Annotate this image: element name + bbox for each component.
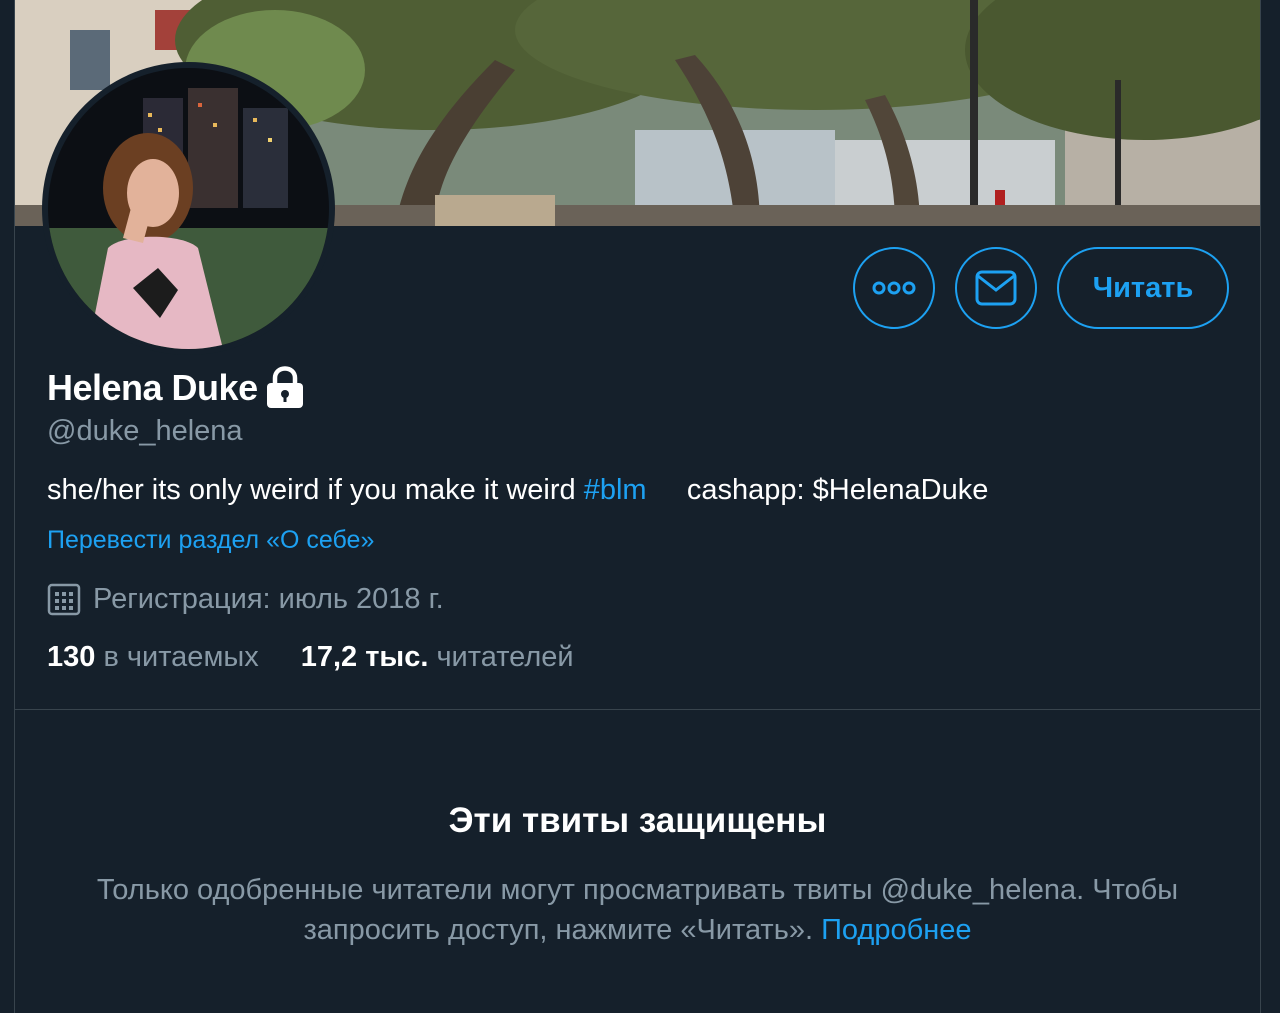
bio-spacer — [647, 474, 687, 506]
calendar-icon — [47, 583, 81, 616]
more-icon — [872, 281, 916, 295]
profile-stats: 130 в читаемых 17,2 тыс. читателей — [47, 641, 574, 674]
protected-title: Эти твиты защищены — [448, 801, 827, 840]
lock-icon — [266, 366, 303, 408]
mail-icon — [975, 270, 1017, 306]
profile-bio: she/her its only weird if you make it we… — [47, 474, 988, 507]
message-button[interactable] — [955, 247, 1037, 329]
profile-actions: Читать — [853, 247, 1229, 329]
followers-count: 17,2 тыс. — [300, 641, 429, 673]
joined-date: Регистрация: июль 2018 г. — [47, 582, 444, 616]
bio-hashtag-link[interactable]: #blm — [584, 474, 647, 506]
bio-text: she/her its only weird if you make it we… — [47, 474, 584, 506]
more-options-button[interactable] — [853, 247, 935, 329]
profile-column: Читать Helena Duke @duke_helena she/her … — [14, 0, 1261, 1013]
joined-text: Регистрация: июль 2018 г. — [93, 582, 444, 615]
page: Читать Helena Duke @duke_helena she/her … — [0, 0, 1280, 1013]
bio-cashapp: cashapp: $HelenaDuke — [686, 474, 989, 506]
following-label: в читаемых — [103, 641, 259, 673]
profile-avatar[interactable] — [42, 62, 335, 355]
learn-more-link[interactable]: Подробнее — [821, 914, 971, 946]
protected-text: Только одобренные читатели могут просмат… — [96, 874, 1179, 946]
following-count: 130 — [47, 641, 96, 673]
avatar-image — [48, 68, 329, 349]
protected-message: Только одобренные читатели могут просмат… — [55, 870, 1220, 950]
name-row: Helena Duke — [47, 366, 306, 410]
display-name: Helena Duke — [47, 367, 258, 408]
following-link[interactable]: 130 в читаемых — [47, 641, 259, 674]
followers-link[interactable]: 17,2 тыс. читателей — [301, 641, 574, 674]
section-divider — [15, 709, 1260, 710]
follow-button[interactable]: Читать — [1057, 247, 1229, 329]
followers-label: читателей — [436, 641, 574, 673]
profile-handle: @duke_helena — [47, 415, 243, 447]
translate-bio-link[interactable]: Перевести раздел «О себе» — [47, 526, 374, 555]
